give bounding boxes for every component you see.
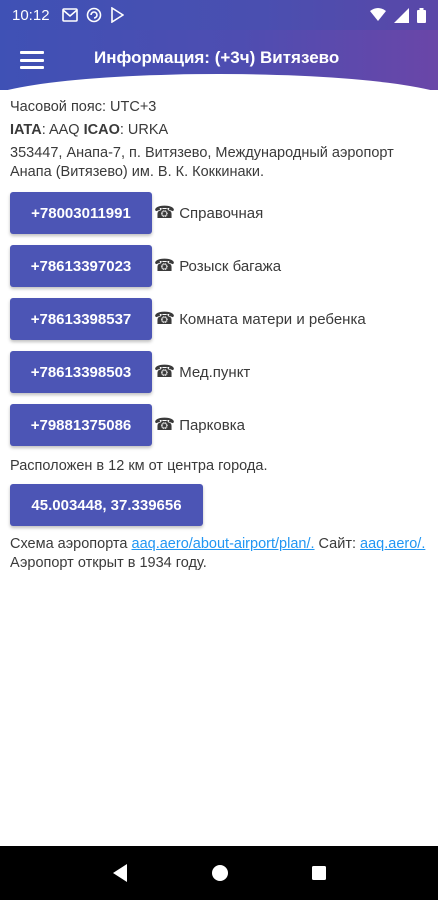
phone-button[interactable]: +78003011991 bbox=[10, 192, 152, 234]
airport-site-link[interactable]: aaq.aero/. bbox=[360, 536, 425, 552]
scheme-prefix: Схема аэропорта bbox=[10, 536, 132, 552]
play-store-icon bbox=[110, 7, 124, 23]
telephone-icon: ☎ bbox=[154, 256, 176, 275]
phone-row: +78613398537 ☎ Комната матери и ребенка bbox=[10, 298, 430, 340]
distance-text: Расположен в 12 км от центра города. bbox=[10, 458, 268, 474]
scheme-text: Схема аэропорта aaq.aero/about-airport/p… bbox=[10, 535, 430, 554]
phone-button[interactable]: +79881375086 bbox=[10, 404, 152, 446]
phone-row: +79881375086 ☎ Парковка bbox=[10, 404, 430, 446]
system-nav-bar bbox=[0, 846, 438, 900]
page-title: Информация: (+3ч) Витязево bbox=[94, 48, 340, 67]
site-label: Сайт: bbox=[314, 536, 361, 552]
airport-plan-link[interactable]: aaq.aero/about-airport/plan/. bbox=[132, 536, 315, 552]
phone-row: +78613397023 ☎ Розыск багажа bbox=[10, 245, 430, 287]
phone-label: ☎ Мед.пункт bbox=[154, 362, 250, 382]
recents-icon[interactable] bbox=[311, 865, 327, 881]
phone-row: +78003011991 ☎ Справочная bbox=[10, 192, 430, 234]
status-bar: 10:12 bbox=[0, 0, 438, 30]
phone-label-text: Розыск багажа bbox=[179, 258, 282, 275]
phone-button[interactable]: +78613398537 bbox=[10, 298, 152, 340]
app-bar-wave bbox=[0, 74, 438, 90]
iata-value: : AAQ bbox=[41, 122, 84, 138]
codes-line: IATA: AAQ ICAO: URKA bbox=[10, 121, 430, 140]
icao-label: ICAO bbox=[83, 122, 120, 138]
phone-label-text: Справочная bbox=[179, 205, 264, 222]
app-bar: Информация: (+3ч) Витязево bbox=[0, 30, 438, 90]
icao-value: : URKA bbox=[119, 122, 169, 138]
opened-text: Аэропорт открыт в 1934 году. bbox=[10, 555, 207, 571]
iata-label: IATA bbox=[10, 122, 42, 138]
home-icon[interactable] bbox=[211, 864, 229, 882]
address-text: 353447, Анапа-7, п. Витязево, Международ… bbox=[10, 145, 394, 180]
mail-icon bbox=[61, 8, 78, 22]
phone-label: ☎ Комната матери и ребенка bbox=[154, 309, 366, 329]
phone-label: ☎ Розыск багажа bbox=[154, 256, 281, 276]
notification-icons bbox=[61, 7, 124, 23]
phone-label-text: Мед.пункт bbox=[179, 364, 251, 381]
phone-label: ☎ Справочная bbox=[154, 203, 263, 223]
telephone-icon: ☎ bbox=[154, 309, 176, 328]
airport-info: Часовой пояс: UTC+3 IATA: AAQ ICAO: URKA… bbox=[10, 98, 430, 577]
phone-label-text: Комната матери и ребенка bbox=[179, 311, 366, 328]
phone-button[interactable]: +78613397023 bbox=[10, 245, 152, 287]
telephone-icon: ☎ bbox=[154, 415, 176, 434]
coordinates-button[interactable]: 45.003448, 37.339656 bbox=[10, 484, 203, 526]
system-icons bbox=[370, 7, 426, 23]
back-icon[interactable] bbox=[111, 863, 129, 883]
phone-label: ☎ Парковка bbox=[154, 415, 245, 435]
sync-icon bbox=[86, 7, 101, 23]
wifi-icon bbox=[370, 8, 386, 21]
hamburger-menu-icon[interactable] bbox=[20, 51, 44, 69]
status-time: 10:12 bbox=[12, 6, 50, 24]
phone-row: +78613398503 ☎ Мед.пункт bbox=[10, 351, 430, 393]
phone-button[interactable]: +78613398503 bbox=[10, 351, 152, 393]
phone-label-text: Парковка bbox=[179, 417, 245, 434]
timezone-text: Часовой пояс: UTC+3 bbox=[10, 99, 157, 115]
telephone-icon: ☎ bbox=[154, 362, 176, 381]
telephone-icon: ☎ bbox=[154, 203, 176, 222]
signal-icon bbox=[394, 7, 409, 23]
battery-icon bbox=[417, 7, 426, 23]
